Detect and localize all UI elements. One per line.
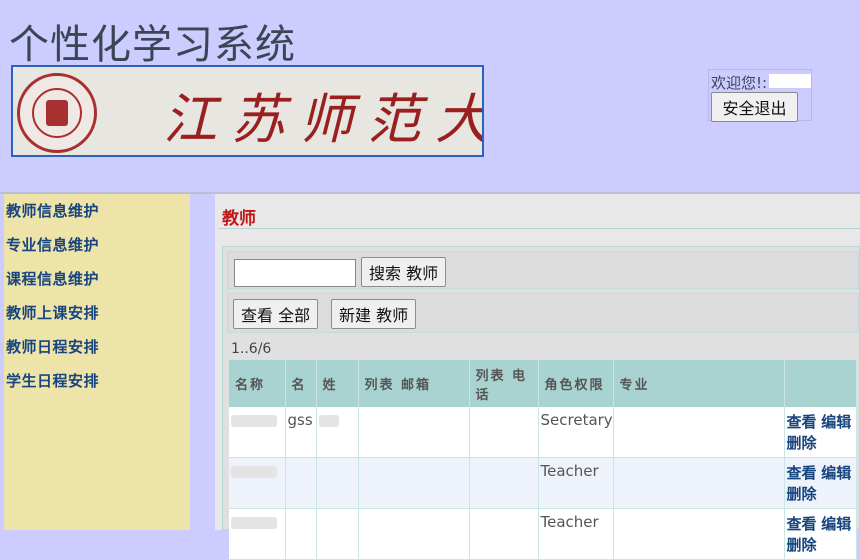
university-seal-icon [17,73,97,153]
column-header-major[interactable]: 专业 [613,360,785,407]
cell-major [613,407,785,458]
edit-link[interactable]: 编辑 [821,464,851,482]
sidebar-item-course-info[interactable]: 课程信息维护 [6,268,99,289]
page-title: 教师 [222,209,256,229]
cell-phone [469,457,539,509]
sidebar-item-teacher-class-schedule[interactable]: 教师上课安排 [6,302,99,323]
cell-given-name [285,457,317,509]
sidebar: 教师信息维护 专业信息维护 课程信息维护 教师上课安排 教师日程安排 学生日程安… [4,194,190,530]
cell-role: Teacher [538,457,614,509]
search-teacher-button[interactable]: 搜索 教师 [361,257,447,287]
column-header-given-name[interactable]: 名 [285,360,317,407]
cell-phone [469,407,539,458]
search-bar: 搜索 教师 [227,251,859,289]
welcome-text: 欢迎您!: [711,74,768,92]
table-header-row: 名称 名 姓 列表 邮箱 列表 电话 角色权限 专业 [229,360,857,407]
cell-actions: 查看 编辑 删除 [784,407,857,458]
edit-link[interactable]: 编辑 [821,515,851,533]
cell-role: Secretary [538,407,614,458]
delete-link[interactable]: 删除 [787,485,817,503]
university-banner: 江苏师范大学 [11,65,484,157]
cell-name [229,508,286,560]
teacher-table: 名称 名 姓 列表 邮箱 列表 电话 角色权限 专业 gss Secretary… [229,360,857,560]
column-header-email[interactable]: 列表 邮箱 [358,360,470,407]
cell-major [613,508,785,560]
cell-role: Teacher [538,508,614,560]
table-row: Teacher 查看 编辑 删除 [229,508,857,560]
column-header-actions [784,360,857,407]
table-row: Teacher 查看 编辑 删除 [229,457,857,509]
new-teacher-button[interactable]: 新建 教师 [331,299,417,329]
cell-email [358,407,470,458]
cell-given-name: gss [285,407,317,458]
app-title: 个性化学习系统 [9,22,296,68]
sidebar-item-student-calendar[interactable]: 学生日程安排 [6,370,99,391]
cell-name [229,407,286,458]
main-content: 教师 搜索 教师 查看 全部 新建 教师 1..6/6 名称 名 姓 列表 邮箱 [215,194,860,560]
action-bar: 查看 全部 新建 教师 [227,293,859,333]
cell-actions: 查看 编辑 删除 [784,508,857,560]
table-row: gss Secretary 查看 编辑 删除 [229,407,857,458]
university-name-calligraphy: 江苏师范大学 [163,88,482,151]
cell-surname [316,407,359,458]
username-redacted [769,74,811,88]
cell-email [358,457,470,509]
cell-actions: 查看 编辑 删除 [784,457,857,509]
delete-link[interactable]: 删除 [787,434,817,452]
view-link[interactable]: 查看 [787,464,817,482]
sidebar-item-teacher-calendar[interactable]: 教师日程安排 [6,336,99,357]
delete-link[interactable]: 删除 [787,536,817,554]
column-header-role[interactable]: 角色权限 [538,360,614,407]
edit-link[interactable]: 编辑 [821,413,851,431]
logout-button[interactable]: 安全退出 [711,92,798,122]
record-count: 1..6/6 [231,341,272,357]
column-header-surname[interactable]: 姓 [316,360,359,407]
cell-surname [316,457,359,509]
view-link[interactable]: 查看 [787,413,817,431]
cell-major [613,457,785,509]
cell-given-name [285,508,317,560]
sidebar-item-major-info[interactable]: 专业信息维护 [6,234,99,255]
column-header-phone[interactable]: 列表 电话 [469,360,539,407]
search-input[interactable] [234,259,356,287]
cell-surname [316,508,359,560]
cell-phone [469,508,539,560]
cell-email [358,508,470,560]
user-panel: 欢迎您!: 安全退出 [708,69,812,122]
title-divider [218,228,860,229]
view-link[interactable]: 查看 [787,515,817,533]
sidebar-item-teacher-info[interactable]: 教师信息维护 [6,200,99,221]
view-all-button[interactable]: 查看 全部 [233,299,319,329]
column-header-name[interactable]: 名称 [229,360,286,407]
teacher-list-panel: 搜索 教师 查看 全部 新建 教师 1..6/6 名称 名 姓 列表 邮箱 列表… [222,246,860,560]
cell-name [229,457,286,509]
